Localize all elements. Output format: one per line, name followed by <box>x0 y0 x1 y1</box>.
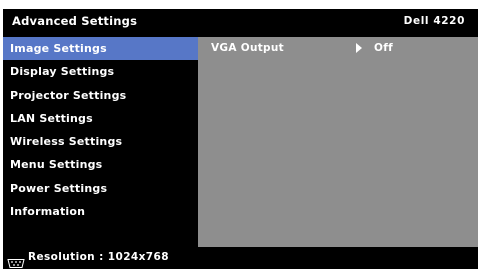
vga-output-value: Off <box>374 42 393 54</box>
menu-item-lan-settings[interactable]: LAN Settings <box>3 107 198 130</box>
menu-item-wireless-settings[interactable]: Wireless Settings <box>3 130 198 153</box>
menu-item-image-settings[interactable]: Image Settings <box>3 37 198 61</box>
menu-item-information[interactable]: Information <box>3 200 198 223</box>
osd-window: Advanced Settings Dell 4220 Image Settin… <box>3 9 478 269</box>
resolution-readout: Resolution : 1024x768 <box>28 251 169 263</box>
vga-input-icon <box>7 253 25 268</box>
osd-header: Advanced Settings Dell 4220 <box>3 9 478 37</box>
resolution-separator: : <box>95 251 108 263</box>
menu-title: Advanced Settings <box>12 14 138 28</box>
settings-panel: VGA Output Off <box>198 37 478 247</box>
model-name: Dell 4220 <box>403 15 465 27</box>
resolution-value: 1024x768 <box>107 251 169 263</box>
menu-item-display-settings[interactable]: Display Settings <box>3 60 198 83</box>
settings-menu: Image Settings Display Settings Projecto… <box>3 37 198 247</box>
menu-item-menu-settings[interactable]: Menu Settings <box>3 153 198 176</box>
menu-item-projector-settings[interactable]: Projector Settings <box>3 84 198 107</box>
resolution-label: Resolution <box>28 251 96 263</box>
vga-output-label: VGA Output <box>211 42 284 54</box>
vga-output-row[interactable]: VGA Output Off <box>198 37 478 60</box>
status-bar: Resolution : 1024x768 <box>3 247 478 269</box>
menu-item-power-settings[interactable]: Power Settings <box>3 177 198 200</box>
play-arrow-icon <box>356 43 362 53</box>
